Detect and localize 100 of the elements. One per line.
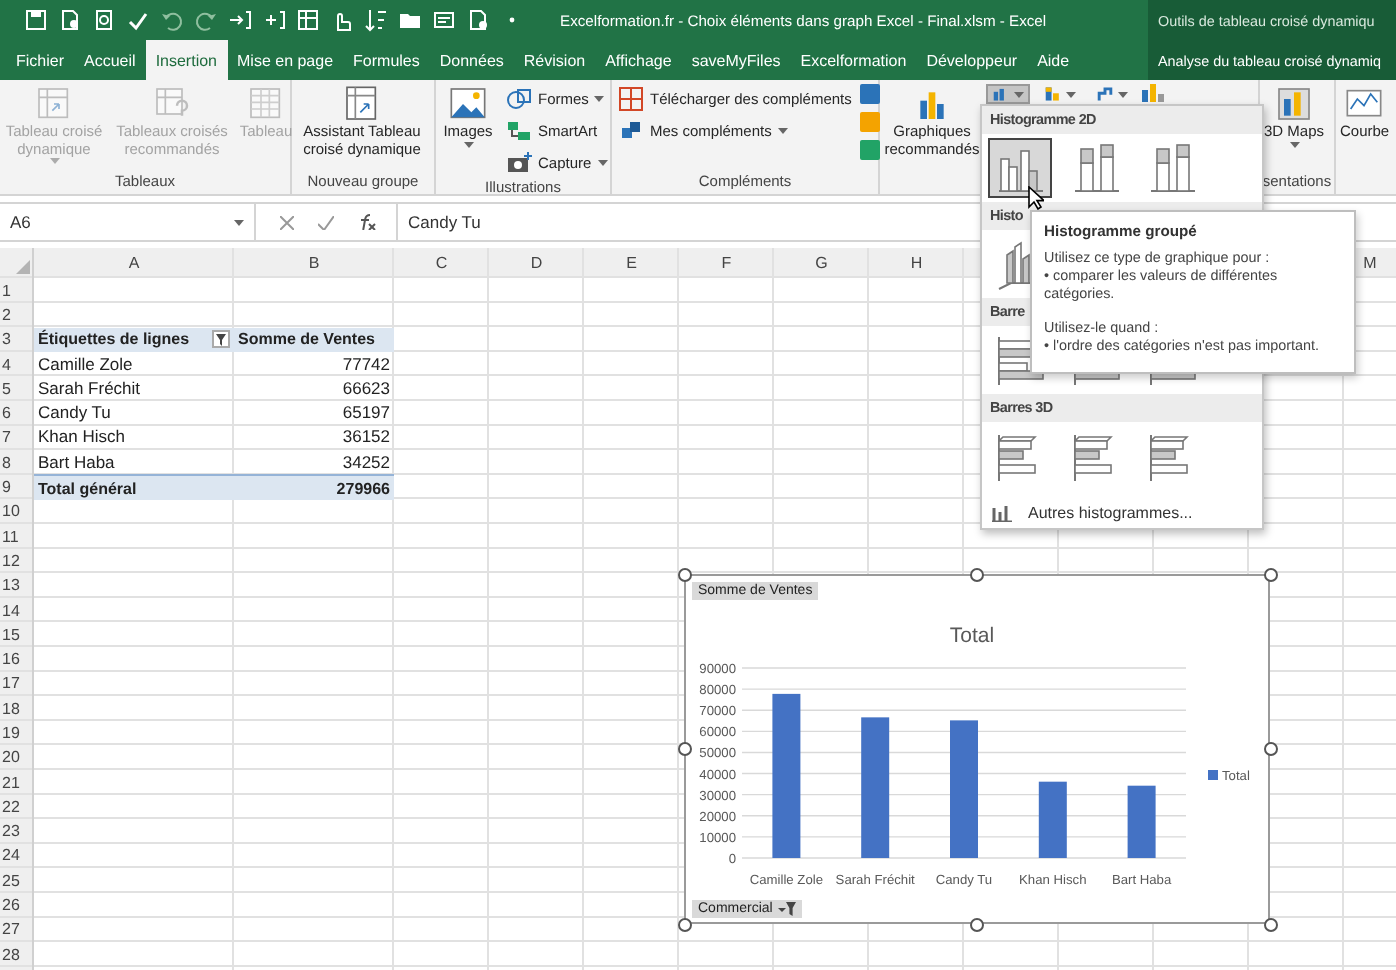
row-number[interactable]: 24 bbox=[0, 843, 34, 869]
resize-handle[interactable] bbox=[677, 567, 691, 581]
form-icon[interactable] bbox=[432, 8, 456, 32]
pivot-table-icon bbox=[34, 84, 74, 124]
ribbon-tab[interactable]: Fichier bbox=[6, 40, 75, 80]
column-header[interactable]: C bbox=[394, 248, 489, 278]
resize-handle[interactable] bbox=[677, 917, 691, 931]
row-number[interactable]: 5 bbox=[0, 376, 34, 401]
ribbon-tab[interactable]: Mise en page bbox=[227, 40, 344, 80]
row-number[interactable]: 11 bbox=[0, 523, 34, 549]
row-number[interactable]: 16 bbox=[0, 646, 34, 672]
row-number[interactable]: 21 bbox=[0, 769, 34, 795]
bracket-arrow-icon[interactable] bbox=[228, 8, 252, 32]
total-cell: Total général bbox=[34, 474, 234, 500]
resize-handle[interactable] bbox=[677, 741, 691, 755]
grid-icon bbox=[618, 86, 644, 112]
more-charts-link[interactable]: Autres histogrammes... bbox=[982, 498, 1262, 528]
ribbon-tab[interactable]: Révision bbox=[513, 40, 596, 80]
ribbon-tab[interactable]: Formules bbox=[343, 40, 430, 80]
resize-handle[interactable] bbox=[969, 567, 983, 581]
name-box[interactable]: A6 bbox=[0, 204, 256, 240]
shapes-icon bbox=[506, 86, 532, 112]
square-tile-icon[interactable] bbox=[859, 84, 880, 104]
row-number[interactable]: 14 bbox=[0, 597, 34, 623]
row-number[interactable]: 13 bbox=[0, 573, 34, 598]
plus-bracket-icon[interactable] bbox=[262, 8, 286, 32]
table-cell-text: Candy Tu bbox=[36, 400, 113, 426]
filter-icon bbox=[778, 902, 797, 916]
column-header[interactable]: D bbox=[489, 248, 584, 278]
row-number[interactable]: 19 bbox=[0, 720, 34, 746]
row-number[interactable]: 25 bbox=[0, 868, 34, 893]
row-number[interactable]: 28 bbox=[0, 942, 34, 967]
total-cell: 279966 bbox=[234, 474, 394, 500]
row-number[interactable]: 12 bbox=[0, 548, 34, 574]
row-number[interactable]: 26 bbox=[0, 892, 34, 918]
pivot-header: Somme de Ventes bbox=[234, 327, 394, 352]
check-icon[interactable] bbox=[318, 215, 334, 229]
column-header[interactable]: G bbox=[774, 248, 869, 278]
page-gear-icon[interactable] bbox=[466, 8, 490, 32]
bar[interactable] bbox=[772, 693, 801, 858]
table-cell-text: 65197 bbox=[340, 400, 392, 426]
square-tile-icon[interactable] bbox=[859, 112, 880, 132]
ribbon-tab[interactable]: Excelformation bbox=[790, 40, 917, 80]
row-number[interactable]: 17 bbox=[0, 671, 34, 697]
square-tile-icon[interactable] bbox=[859, 140, 880, 160]
row-number[interactable]: 15 bbox=[0, 622, 34, 647]
row-number[interactable]: 22 bbox=[0, 794, 34, 820]
column-header[interactable]: E bbox=[584, 248, 679, 278]
ribbon-tab[interactable]: Développeur bbox=[916, 40, 1028, 80]
table-icon[interactable] bbox=[296, 8, 320, 32]
chart-type-icon bbox=[1073, 431, 1119, 481]
row-number[interactable]: 20 bbox=[0, 745, 34, 770]
stacked-chart-icon bbox=[1044, 86, 1062, 102]
undo-icon[interactable] bbox=[160, 8, 184, 32]
camera-icon bbox=[506, 150, 532, 176]
bar-chart-icon[interactable] bbox=[1138, 84, 1170, 102]
ribbon-tab[interactable]: Aide bbox=[1027, 40, 1080, 80]
cancel-icon[interactable] bbox=[280, 215, 294, 229]
column-header[interactable]: A bbox=[34, 248, 234, 278]
row-number[interactable]: 1 bbox=[0, 278, 34, 303]
row-number[interactable]: 7 bbox=[0, 425, 34, 451]
function-icon[interactable] bbox=[358, 214, 376, 230]
bar[interactable] bbox=[861, 717, 890, 858]
check-icon[interactable] bbox=[126, 8, 150, 32]
table-cell-text: 66623 bbox=[340, 376, 392, 401]
column-header[interactable]: H bbox=[869, 248, 964, 278]
row-number[interactable]: 4 bbox=[0, 351, 34, 377]
redo-icon[interactable] bbox=[194, 8, 218, 32]
ribbon-tab[interactable]: Données bbox=[429, 40, 514, 80]
ribbon-tab[interactable]: Insertion bbox=[145, 40, 227, 80]
resize-handle[interactable] bbox=[1263, 567, 1277, 581]
column-header[interactable]: B bbox=[234, 248, 394, 278]
row-number[interactable]: 18 bbox=[0, 696, 34, 721]
row-number[interactable]: 3 bbox=[0, 327, 34, 352]
chart-title: Total bbox=[949, 624, 995, 648]
bar[interactable] bbox=[1038, 781, 1067, 858]
row-number[interactable]: 6 bbox=[0, 400, 34, 426]
table-icon bbox=[246, 84, 286, 124]
print-preview-icon[interactable] bbox=[92, 8, 116, 32]
row-number[interactable]: 27 bbox=[0, 917, 34, 943]
row-number[interactable]: 2 bbox=[0, 302, 34, 328]
folder-icon[interactable] bbox=[398, 8, 422, 32]
filter-dropdown-icon[interactable] bbox=[212, 330, 230, 349]
row-number[interactable]: 23 bbox=[0, 819, 34, 844]
bar[interactable] bbox=[1127, 785, 1156, 858]
chart-type-icon bbox=[1149, 431, 1195, 481]
chart-type-button[interactable] bbox=[986, 84, 1030, 104]
ribbon-tab[interactable]: Accueil bbox=[74, 40, 146, 80]
document-icon[interactable] bbox=[58, 8, 82, 32]
ribbon-tab[interactable]: saveMyFiles bbox=[681, 40, 791, 80]
row-number[interactable]: 9 bbox=[0, 474, 34, 500]
column-chart-icon bbox=[992, 504, 1012, 522]
chart-type-option[interactable] bbox=[988, 138, 1052, 198]
row-number[interactable]: 10 bbox=[0, 499, 34, 524]
cubes-icon bbox=[618, 118, 644, 144]
sort-icon[interactable] bbox=[364, 8, 388, 32]
row-number[interactable]: 8 bbox=[0, 450, 34, 475]
save-icon[interactable] bbox=[24, 8, 48, 32]
column-header[interactable]: F bbox=[679, 248, 774, 278]
ribbon-tab[interactable]: Affichage bbox=[595, 40, 682, 80]
